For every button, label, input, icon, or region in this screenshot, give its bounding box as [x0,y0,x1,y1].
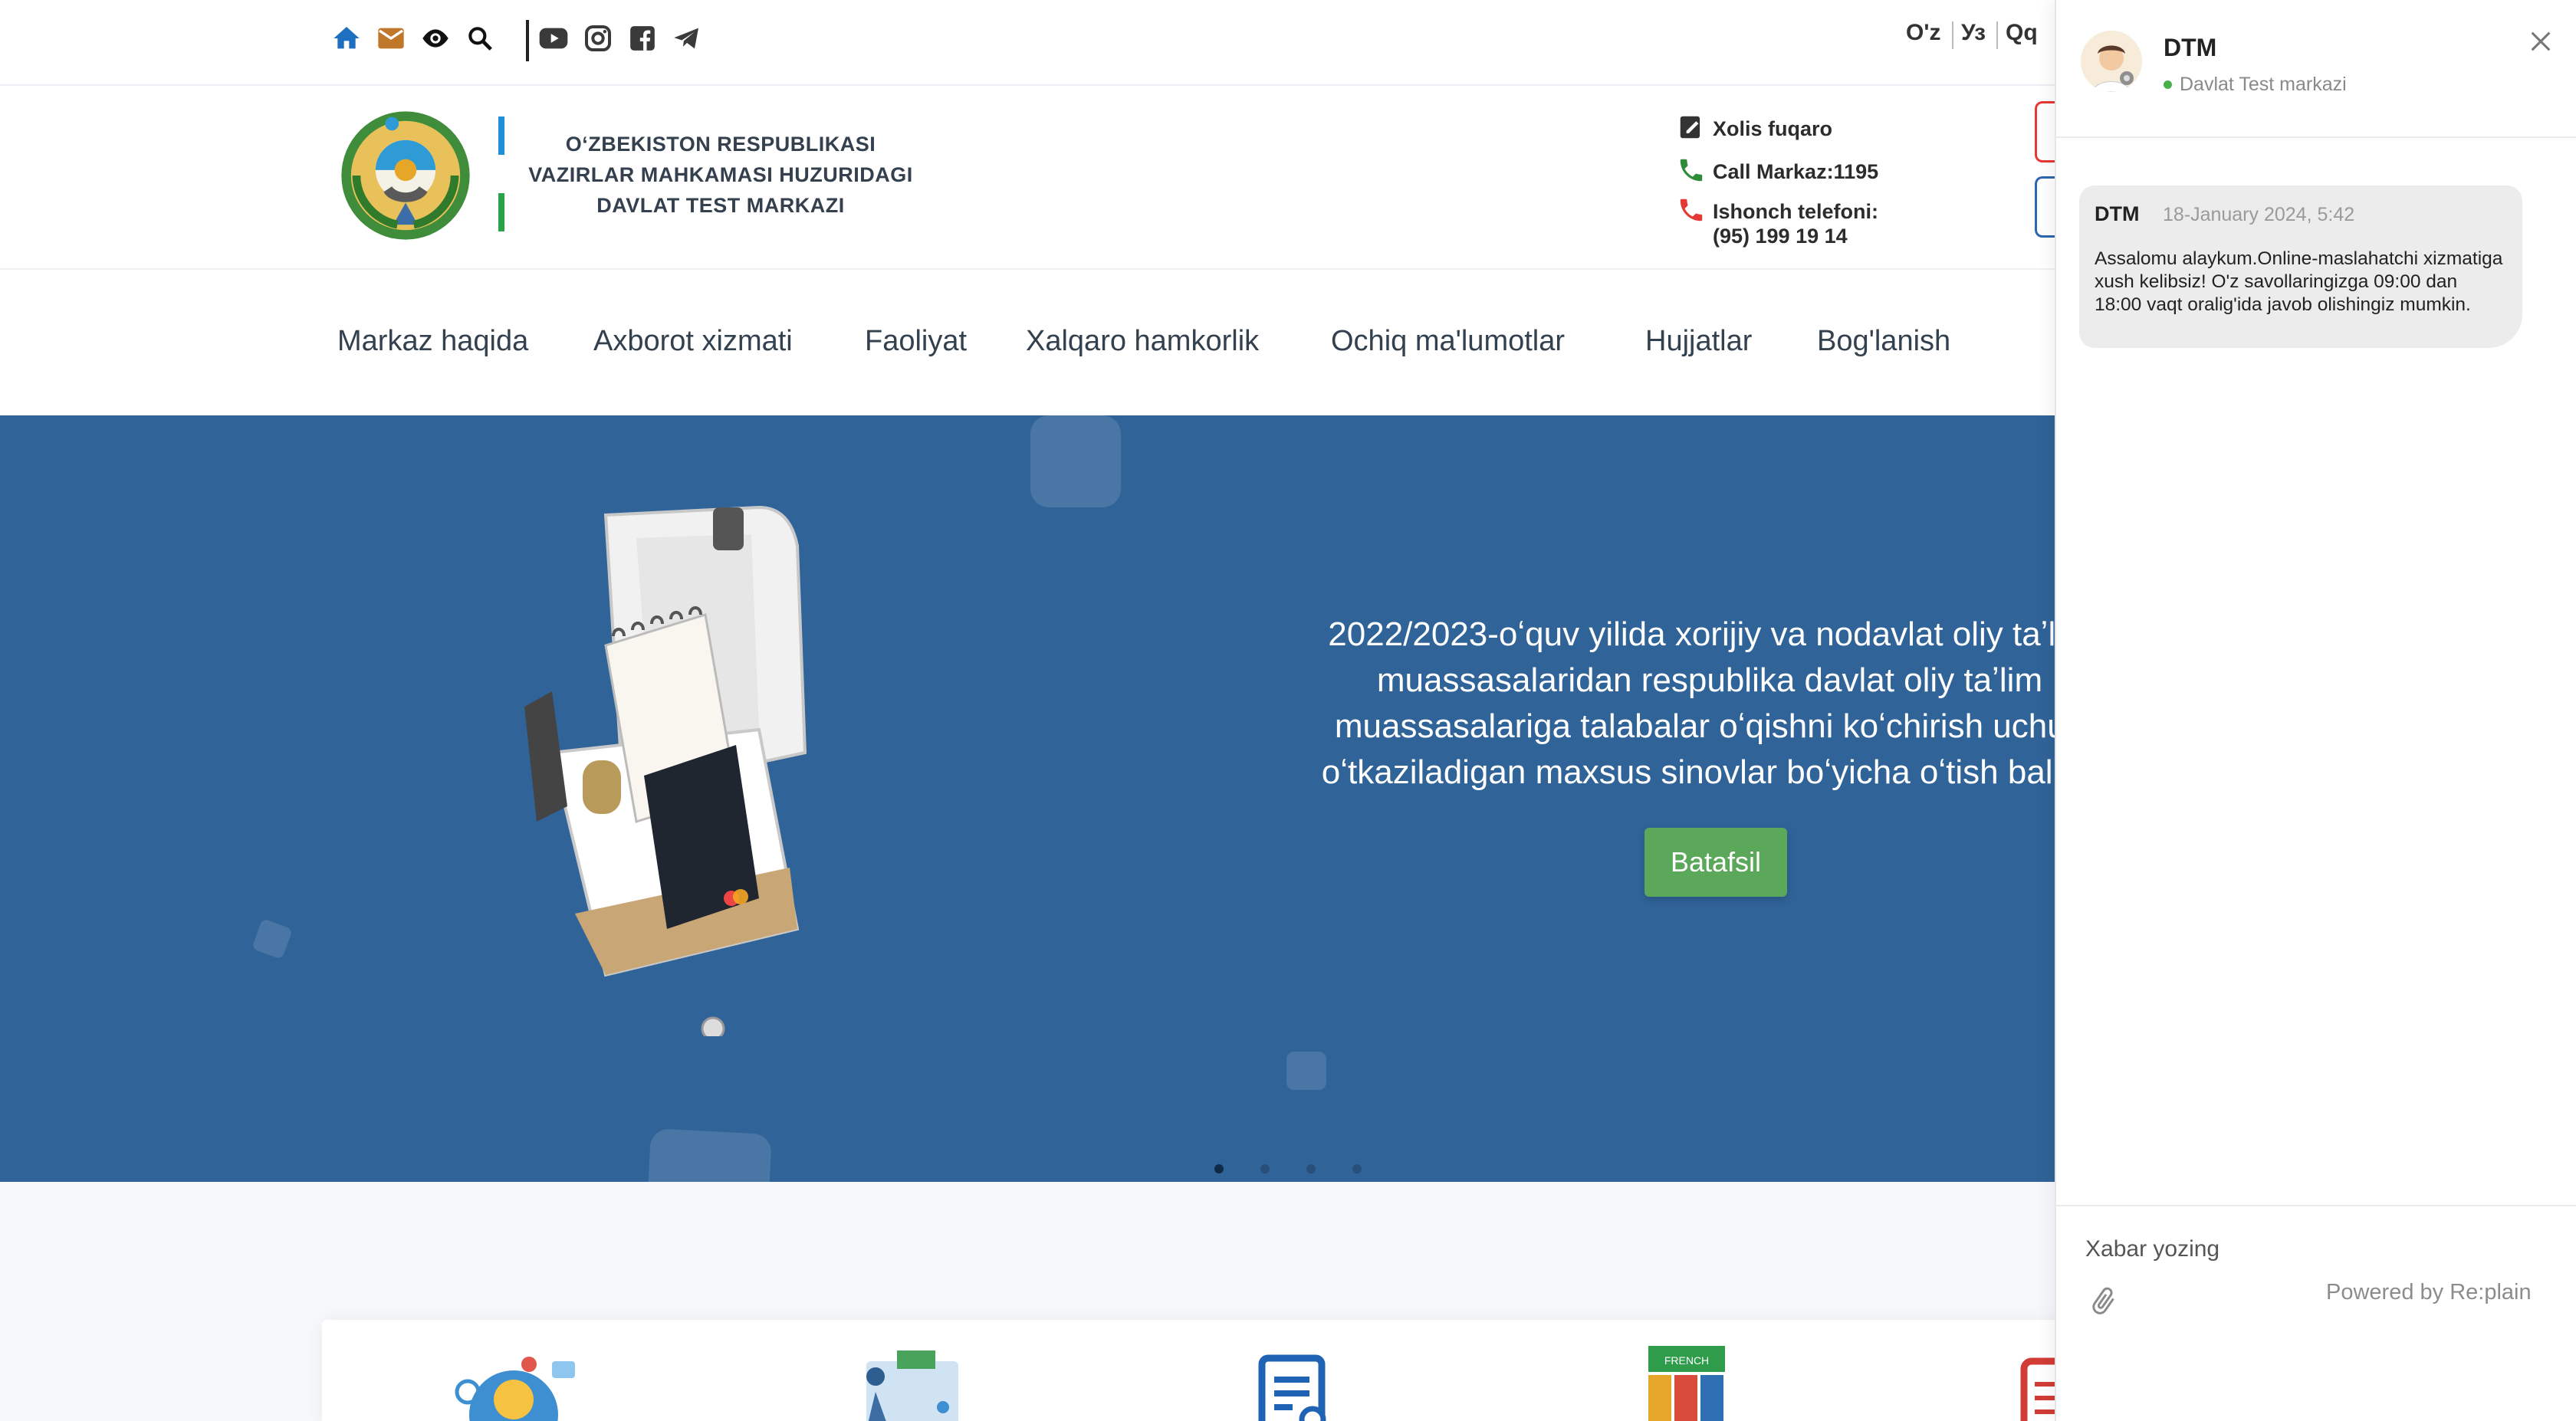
hero-line: muassasalariga talabalar oʻqishni koʻchi… [1334,707,2055,745]
powered-by-link[interactable]: Powered by Re:plain [2326,1280,2532,1305]
organization-name[interactable]: O‘ZBEKISTON RESPUBLIKASI VAZIRLAR MAHKAM… [514,129,928,221]
hero-line: muassasalaridan respublika davlat oliy t… [1376,661,2043,699]
message-text: Assalomu alaykum.Online-maslahatchi xizm… [2095,248,2503,315]
nav-item-markaz-haqida[interactable]: Markaz haqida [337,325,528,358]
decor-shape [1030,415,1121,507]
nav-item-ochiq-malumotlar[interactable]: Ochiq ma'lumotlar [1331,325,1565,358]
operator-avatar [2081,31,2142,92]
slider-dot-2[interactable] [1260,1164,1270,1173]
document-icon[interactable] [1250,1346,1334,1421]
org-name-line2: VAZIRLAR MAHKAMASI HUZURIDAGI [528,163,913,186]
close-icon[interactable] [2522,23,2559,60]
services-card-strip: FRENCH [322,1320,2085,1421]
chat-header: DTM Davlat Test markazi [2056,0,2576,138]
org-name-line3: DAVLAT TEST MARKAZI [596,194,845,217]
search-icon[interactable] [465,23,495,54]
chat-composer: Powered by Re:plain [2056,1205,2576,1421]
message-meta: DTM 18-January 2024, 5:42 [2095,202,2507,226]
toolbar-divider [526,20,529,61]
phone-icon [1676,195,1707,225]
paperclip-icon[interactable] [2087,1280,2124,1326]
suitcase-illustration [506,500,843,1041]
services-section: FRENCH [0,1182,2085,1421]
nav-item-xalqaro-hamkorlik[interactable]: Xalqaro hamkorlik [1026,325,1259,358]
youtube-icon[interactable] [538,23,569,54]
telegram-icon[interactable] [672,23,702,54]
message-sender: DTM [2095,202,2140,225]
trust-phone-number: (95) 199 19 14 [1713,225,1848,248]
hero-slider: 2022/2023-oʻquv yilida xorijiy va nodavl… [0,415,2055,1182]
mail-icon[interactable] [376,23,406,54]
org-name-line1: O‘ZBEKISTON RESPUBLIKASI [565,133,876,156]
decor-shape [646,1127,773,1182]
edit-document-icon [1676,112,1707,143]
nav-item-boglanish[interactable]: Bog'lanish [1817,325,1950,358]
slider-dot-3[interactable] [1306,1164,1316,1173]
xolis-fuqaro-label: Xolis fuqaro [1713,117,1833,140]
nav-item-hujjatlar[interactable]: Hujjatlar [1645,325,1752,358]
lang-karakalpak[interactable]: Qq [2006,20,2038,46]
state-emblem-logo[interactable] [337,107,474,244]
nav-item-faoliyat[interactable]: Faoliyat [865,325,967,358]
trust-phone-link[interactable]: Ishonch telefoni: (95) 199 19 14 [1676,195,1878,248]
top-bar: O'z Уз Qq [0,0,2055,86]
message-time: 18-January 2024, 5:42 [2162,204,2355,225]
slider-dot-4[interactable] [1352,1164,1362,1173]
call-center-label: Call Markaz:1195 [1713,160,1879,183]
hero-line: 2022/2023-oʻquv yilida xorijiy va nodavl… [1328,615,2055,653]
global-ideas-icon[interactable] [437,1346,590,1421]
slider-dot-1[interactable] [1214,1164,1224,1173]
hero-headline: 2022/2023-oʻquv yilida xorijiy va nodavl… [1273,612,2055,796]
batafsil-button[interactable]: Batafsil [1644,828,1787,897]
chat-widget: DTM Davlat Test markazi DTM 18-January 2… [2055,0,2576,1421]
main-nav: Markaz haqida Axborot xizmati Faoliyat X… [0,270,2055,415]
decor-shape [1286,1052,1326,1090]
instagram-icon[interactable] [583,23,613,54]
nav-item-axborot-xizmati[interactable]: Axborot xizmati [593,325,793,358]
lang-divider [1952,21,1953,49]
chat-message: DTM 18-January 2024, 5:42 Assalomu alayk… [2079,185,2522,348]
flag-stripe [498,117,504,231]
site-header: O‘ZBEKISTON RESPUBLIKASI VAZIRLAR MAHKAM… [0,86,2065,270]
chat-status-label: Davlat Test markazi [2180,74,2347,95]
hero-line: oʻtkaziladigan maxsus sinovlar boʻyicha … [1321,753,2055,791]
chat-title: DTM [2164,34,2217,61]
facebook-icon[interactable] [627,23,658,54]
book-label: FRENCH [1664,1354,1709,1367]
lang-uz-latin[interactable]: O'z [1906,20,1940,46]
phone-icon [1676,155,1707,185]
chat-status: Davlat Test markazi [2164,74,2347,96]
world-map-icon[interactable] [843,1346,974,1421]
lang-divider [1996,21,1998,49]
eye-icon[interactable] [420,23,451,54]
message-input[interactable] [2085,1226,2545,1272]
home-icon[interactable] [331,23,362,54]
lang-uz-cyrillic[interactable]: Уз [1961,20,1986,46]
online-status-dot [2164,80,2172,89]
decor-shape [251,918,293,960]
trust-phone-text: Ishonch telefoni: (95) 199 19 14 [1713,195,1878,248]
call-center-link[interactable]: Call Markaz:1195 [1676,155,1878,185]
books-icon[interactable]: FRENCH [1633,1346,1725,1421]
xolis-fuqaro-link[interactable]: Xolis fuqaro [1676,112,1832,143]
trust-phone-label: Ishonch telefoni: [1713,200,1878,223]
